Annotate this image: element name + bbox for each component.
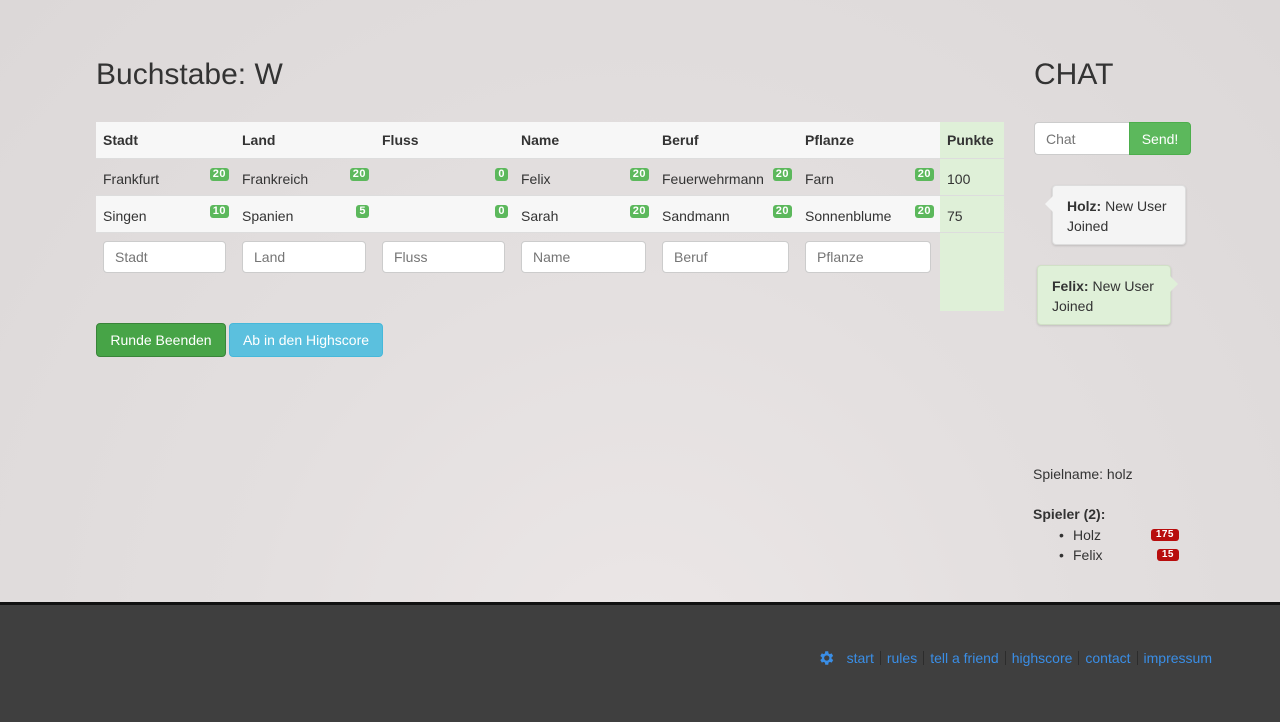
answer-text: Singen	[103, 208, 147, 224]
header-fluss: Fluss	[375, 122, 514, 159]
header-pflanze: Pflanze	[798, 122, 940, 159]
answer-text: Spanien	[242, 208, 294, 224]
chat-message: Holz: New User Joined	[1045, 185, 1186, 245]
answer-cell: Sarah 20	[514, 195, 655, 233]
input-cell	[375, 232, 514, 311]
footer: start rules tell a friend highscore cont…	[0, 602, 1280, 722]
send-button[interactable]: Send!	[1129, 122, 1191, 155]
answer-text: Sandmann	[662, 208, 730, 224]
game-name: Spielname: holz	[1033, 466, 1133, 482]
answer-cell: Sandmann 20	[655, 195, 798, 233]
points-input-cell	[940, 232, 1004, 311]
table-row: Frankfurt 20 Frankreich 20 0 Felix 20 Feuer…	[96, 158, 1004, 196]
players-label: Spieler (2):	[1033, 506, 1106, 522]
footer-link-contact[interactable]: contact	[1078, 651, 1136, 665]
letter-title: Buchstabe: W	[96, 58, 283, 91]
chat-message-user: Holz:	[1067, 198, 1102, 214]
answer-cell: 0	[375, 195, 514, 233]
input-cell	[655, 232, 798, 311]
input-cell	[235, 232, 375, 311]
pflanze-input[interactable]	[805, 241, 931, 273]
player-score-badge: 15	[1156, 549, 1179, 561]
player-item: Holz 175	[1059, 527, 1179, 547]
stadt-input[interactable]	[103, 241, 226, 273]
chat-message: Felix: New User Joined	[1037, 265, 1178, 325]
answer-cell: Frankreich 20	[235, 158, 375, 196]
score-badge: 0	[495, 168, 508, 181]
score-badge: 20	[914, 168, 934, 181]
beruf-input[interactable]	[662, 241, 789, 273]
answer-cell: Feuerwehrmann 20	[655, 158, 798, 196]
score-badge: 10	[209, 205, 229, 218]
answer-cell: Felix 20	[514, 158, 655, 196]
chat-input[interactable]	[1034, 122, 1129, 155]
header-punkte: Punkte	[940, 122, 1004, 159]
answer-text: Sarah	[521, 208, 559, 224]
footer-link-impressum[interactable]: impressum	[1136, 651, 1218, 665]
answer-text: Felix	[521, 171, 551, 187]
answer-text: Feuerwehrmann	[662, 171, 764, 187]
header-name: Name	[514, 122, 655, 159]
footer-nav: start rules tell a friend highscore cont…	[817, 649, 1218, 667]
score-badge: 20	[772, 168, 792, 181]
answer-text: Frankfurt	[103, 171, 160, 187]
answer-cell: Singen 10	[96, 195, 235, 233]
score-badge: 20	[914, 205, 934, 218]
answer-cell: 0	[375, 158, 514, 196]
input-cell	[798, 232, 940, 311]
fluss-input[interactable]	[382, 241, 505, 273]
player-name: Felix	[1073, 547, 1103, 563]
points-cell: 100	[940, 158, 1004, 196]
chat-message-user: Felix:	[1052, 278, 1089, 294]
answers-table: Stadt Land Fluss Name Beruf Pflanze Punk…	[96, 122, 1004, 311]
footer-link-tell-a-friend[interactable]: tell a friend	[923, 651, 1004, 665]
chat-title: CHAT	[1034, 58, 1114, 91]
end-round-button[interactable]: Runde Beenden	[96, 323, 226, 357]
input-cell	[96, 232, 235, 311]
footer-link-start[interactable]: start	[841, 651, 880, 665]
gear-icon[interactable]	[817, 649, 835, 667]
player-name: Holz	[1073, 527, 1102, 543]
table-header-row: Stadt Land Fluss Name Beruf Pflanze Punk…	[96, 122, 1004, 159]
score-badge: 20	[629, 205, 649, 218]
answer-text: Frankreich	[242, 171, 309, 187]
score-badge: 5	[356, 205, 369, 218]
points-value: 100	[947, 171, 971, 187]
players-list: Holz 175 Felix 15	[1059, 527, 1179, 567]
footer-link-highscore[interactable]: highscore	[1004, 651, 1079, 665]
player-item: Felix 15	[1059, 547, 1179, 567]
input-row	[96, 232, 1004, 311]
answer-text: Sonnenblume	[805, 208, 892, 224]
answer-cell: Sonnenblume 20	[798, 195, 940, 233]
header-beruf: Beruf	[655, 122, 798, 159]
answer-cell: Frankfurt 20	[96, 158, 235, 196]
answer-text: Farn	[805, 171, 834, 187]
score-badge: 20	[349, 168, 369, 181]
points-value: 75	[947, 208, 963, 224]
footer-link-rules[interactable]: rules	[879, 651, 923, 665]
table-row: Singen 10 Spanien 5 0 Sarah 20 Sandmann 20 S…	[96, 195, 1004, 233]
score-badge: 20	[209, 168, 229, 181]
input-cell	[514, 232, 655, 311]
highscore-button[interactable]: Ab in den Highscore	[229, 323, 383, 357]
answer-cell: Spanien 5	[235, 195, 375, 233]
points-cell: 75	[940, 195, 1004, 233]
land-input[interactable]	[242, 241, 366, 273]
score-badge: 20	[629, 168, 649, 181]
score-badge: 20	[772, 205, 792, 218]
header-stadt: Stadt	[96, 122, 235, 159]
score-badge: 0	[495, 205, 508, 218]
player-score-badge: 175	[1150, 529, 1179, 541]
header-land: Land	[235, 122, 375, 159]
name-input[interactable]	[521, 241, 646, 273]
answer-cell: Farn 20	[798, 158, 940, 196]
